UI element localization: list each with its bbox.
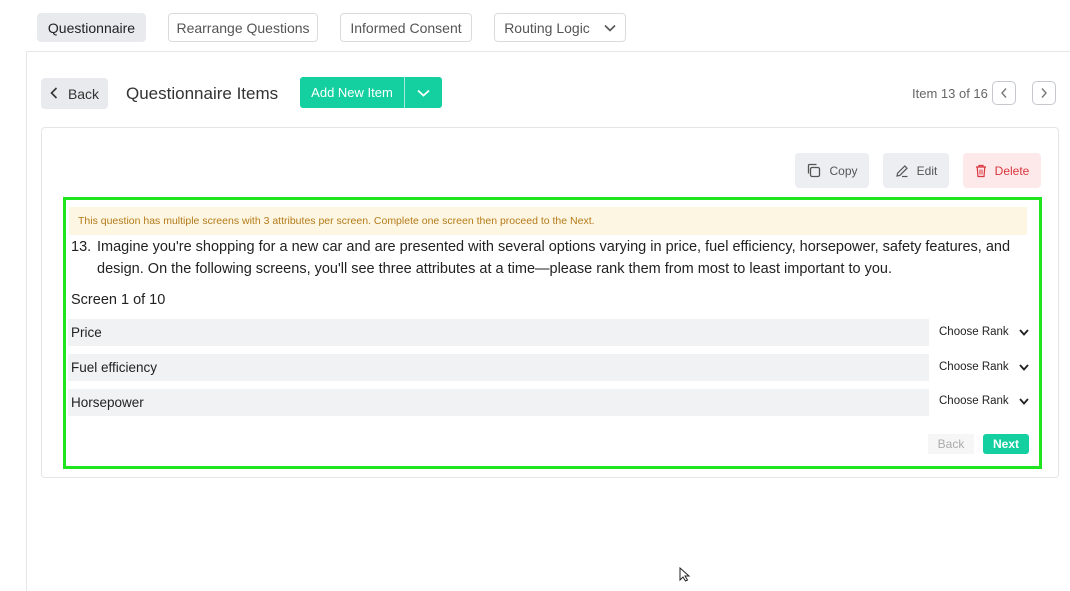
chevron-left-icon [50,86,58,102]
delete-button-label: Delete [994,163,1030,178]
attribute-row: Price [68,319,929,346]
pencil-icon [895,164,908,177]
tab-questionnaire[interactable]: Questionnaire [37,13,146,42]
tab-informed-consent[interactable]: Informed Consent [340,13,472,42]
tab-routing-logic[interactable]: Routing Logic [494,13,626,42]
chevron-down-icon [1019,397,1029,405]
previous-item-button[interactable] [992,81,1016,105]
screen-next-button[interactable]: Next [983,434,1029,454]
multi-screen-notice: This question has multiple screens with … [69,207,1027,235]
add-new-item-label: Add New Item [300,77,405,108]
back-button-label: Back [67,85,100,102]
tab-label: Informed Consent [350,19,462,36]
chevron-left-icon [1001,88,1007,98]
chevron-down-icon [604,24,616,32]
screen-back-button[interactable]: Back [928,434,974,454]
edit-button[interactable]: Edit [883,153,949,188]
question-number: 13. [71,239,92,255]
question-text: Imagine you're shopping for a new car an… [97,239,1011,277]
chevron-down-icon [1019,328,1029,336]
page-title: Questionnaire Items [126,84,279,103]
add-item-dropdown-toggle[interactable] [405,77,442,108]
add-new-item-button[interactable]: Add New Item [300,77,442,108]
copy-icon [808,163,821,178]
chevron-right-icon [1041,88,1047,98]
attribute-row: Fuel efficiency [68,354,929,381]
screen-back-label: Back [937,437,965,451]
screen-indicator: Screen 1 of 10 [71,292,166,308]
chevron-down-icon [1019,363,1029,371]
attribute-label: Price [71,325,102,340]
trash-icon [975,164,986,177]
edit-button-label: Edit [916,163,938,178]
chevron-down-icon [417,89,430,97]
rank-select-placeholder: Choose Rank [939,361,1009,373]
tab-rearrange-questions[interactable]: Rearrange Questions [168,13,318,42]
back-button[interactable]: Back [41,78,108,109]
item-counter: Item 13 of 16 [912,86,988,101]
attribute-label: Horsepower [71,395,144,410]
rank-select[interactable]: Choose Rank [939,361,1029,373]
tab-label: Routing Logic [504,19,590,36]
rank-select-placeholder: Choose Rank [939,326,1009,338]
tab-label: Questionnaire [47,19,136,36]
copy-button[interactable]: Copy [795,153,869,188]
mouse-pointer-icon [679,566,693,587]
rank-select-placeholder: Choose Rank [939,395,1009,407]
rank-select[interactable]: Choose Rank [939,326,1029,338]
copy-button-label: Copy [829,163,858,178]
tab-label: Rearrange Questions [176,19,310,36]
attribute-row: Horsepower [68,389,929,416]
next-item-button[interactable] [1032,81,1056,105]
delete-button[interactable]: Delete [963,153,1041,188]
attribute-label: Fuel efficiency [71,360,158,375]
rank-select[interactable]: Choose Rank [939,395,1029,407]
screen-next-label: Next [992,437,1019,451]
